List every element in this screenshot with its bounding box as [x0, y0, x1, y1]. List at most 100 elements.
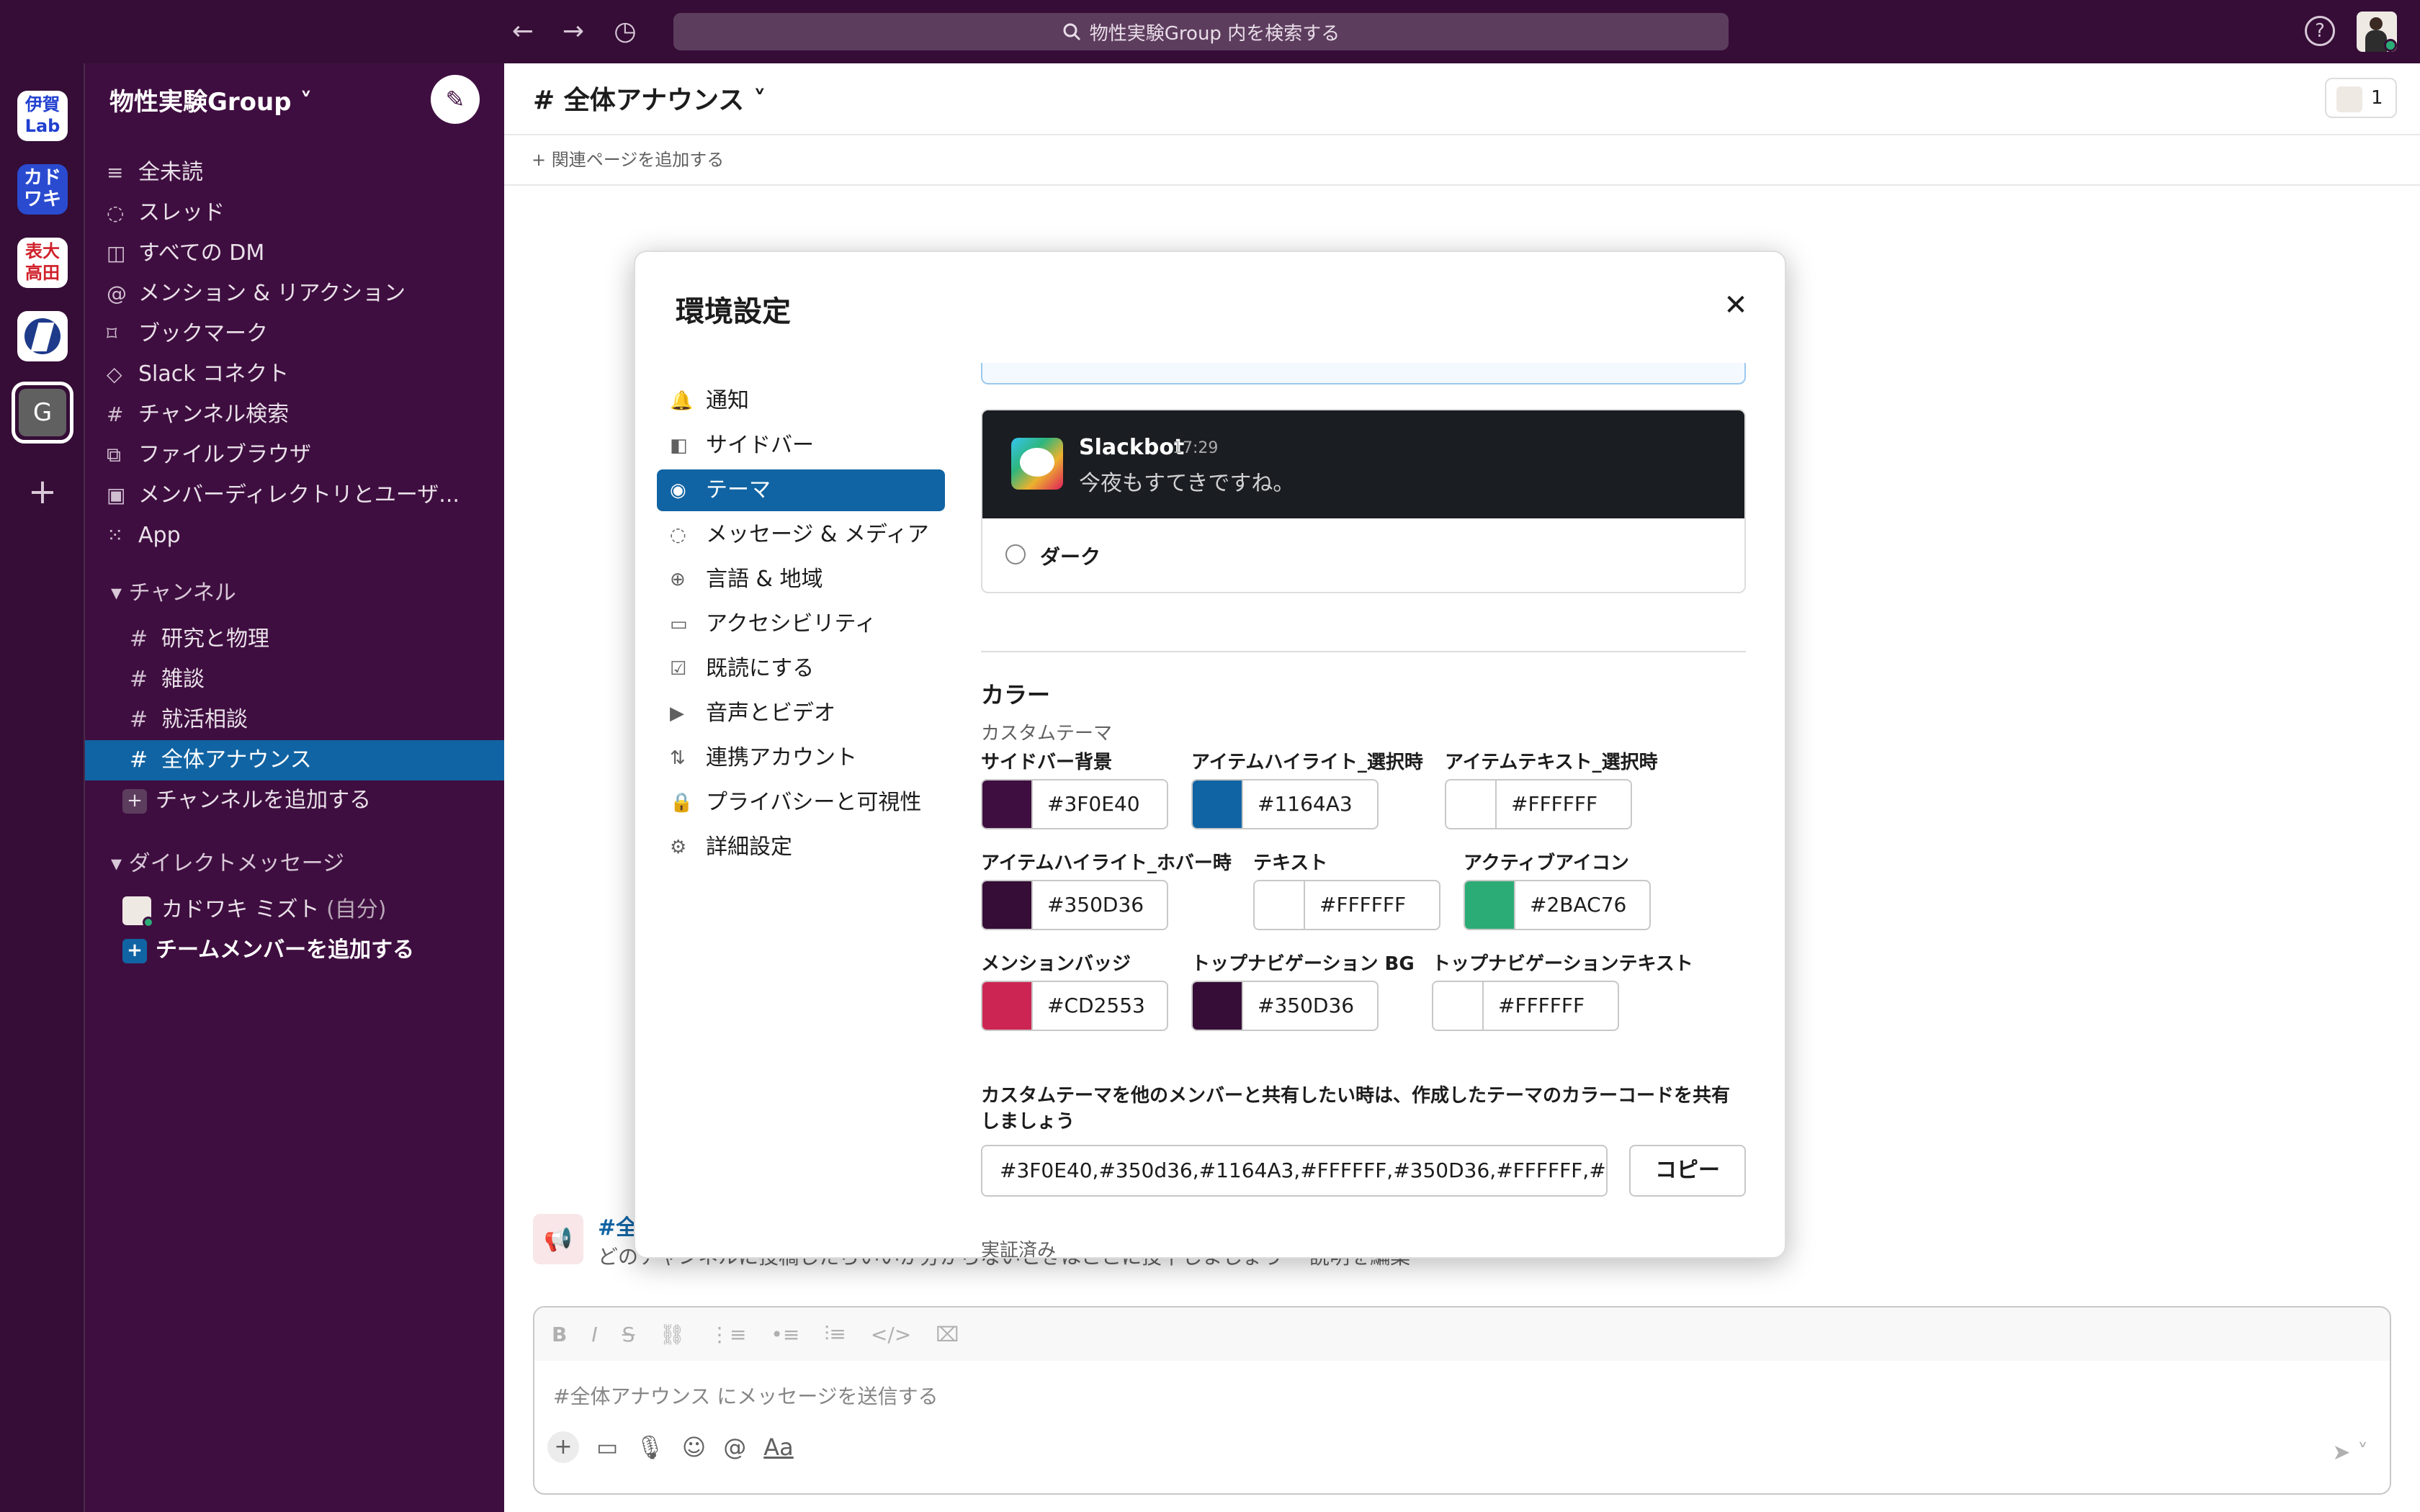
color-swatch[interactable]	[1433, 982, 1484, 1030]
close-icon[interactable]: ✕	[1716, 285, 1756, 325]
color-swatch[interactable]	[1446, 780, 1497, 828]
color-input[interactable]: #350D36	[1191, 981, 1379, 1031]
bullet-list-icon[interactable]: •≡	[771, 1323, 799, 1346]
message-composer[interactable]: B I S ⛓ ⋮≡ •≡ ⫶≡ </> ⌧ #全体アナウンス にメッセージを送…	[533, 1306, 2391, 1495]
user-avatar[interactable]	[2357, 12, 2397, 52]
workspace-osaka[interactable]: 表大高田	[17, 238, 68, 288]
add-bookmark-button[interactable]: + 関連ページを追加する	[532, 145, 724, 171]
workspace-kadowaki[interactable]: カドワキ	[17, 164, 68, 215]
channels-section-header[interactable]: ▾ チャンネル	[111, 575, 236, 612]
pref-nav-advanced[interactable]: ⚙ 詳細設定	[657, 827, 945, 868]
color-input[interactable]: #FFFFFF	[1445, 779, 1632, 829]
color-input[interactable]: #CD2553	[981, 981, 1168, 1031]
history-clock-icon[interactable]: ◷	[606, 13, 644, 50]
pref-nav-mark-as-read[interactable]: ☑ 既読にする	[657, 648, 945, 690]
color-hex[interactable]: #2BAC76	[1515, 881, 1649, 929]
sidebar-channel-job-hunting[interactable]: # 就活相談	[85, 700, 504, 740]
sidebar-item-threads[interactable]: ◌ スレッド	[107, 194, 225, 232]
search-bar[interactable]: 物性実験Group 内を検索する	[673, 13, 1729, 50]
link-icon[interactable]: ⛓	[659, 1323, 685, 1346]
copy-button[interactable]: コピー	[1629, 1145, 1746, 1197]
sidebar-item-bookmarks[interactable]: ⌑ ブックマーク	[107, 315, 268, 353]
color-swatch[interactable]	[982, 780, 1033, 828]
add-member-button[interactable]: + チームメンバーを追加する	[85, 930, 504, 971]
sidebar-item-app[interactable]: ⁙ App	[107, 517, 181, 554]
sidebar-item-mentions[interactable]: @ メンション & リアクション	[107, 275, 405, 312]
message-input[interactable]: #全体アナウンス にメッセージを送信する	[553, 1381, 938, 1410]
back-arrow-icon[interactable]: ←	[504, 13, 542, 50]
pref-nav-language-region[interactable]: ⊕ 言語 & 地域	[657, 559, 945, 600]
color-input[interactable]: #FFFFFF	[1432, 981, 1619, 1031]
sidebar-item-file-browser[interactable]: ⧉ ファイルブラウザ	[107, 436, 311, 474]
color-hex[interactable]: #FFFFFF	[1484, 982, 1618, 1030]
pref-nav-connected-accounts[interactable]: ⇅ 連携アカウント	[657, 737, 945, 779]
sidebar-channel-random[interactable]: # 雑談	[85, 660, 504, 700]
microphone-icon[interactable]: 🎙	[635, 1434, 665, 1461]
workspace-logo-blue[interactable]	[17, 311, 68, 361]
color-swatch[interactable]	[1255, 881, 1305, 929]
color-hex[interactable]: #350D36	[1033, 881, 1167, 929]
plus-icon[interactable]: +	[547, 1431, 579, 1463]
workspace-name[interactable]: 物性実験Group ˅	[109, 82, 312, 117]
theme-code-input[interactable]: #3F0E40,#350d36,#1164A3,#FFFFFF,#350D36,…	[981, 1145, 1608, 1197]
add-workspace-icon[interactable]: +	[17, 467, 68, 517]
ordered-list-icon[interactable]: ⋮≡	[709, 1323, 746, 1346]
mention-icon[interactable]: @	[723, 1434, 746, 1461]
color-input[interactable]: #2BAC76	[1464, 880, 1651, 930]
dm-section-header[interactable]: ▾ ダイレクトメッセージ	[111, 845, 344, 883]
theme-preview-selected[interactable]	[981, 363, 1746, 384]
pref-nav-sidebar[interactable]: ◧ サイドバー	[657, 425, 945, 467]
workspace-current[interactable]: G	[12, 382, 73, 444]
pref-nav-audio-video[interactable]: ▶ 音声とビデオ	[657, 693, 945, 734]
pref-nav-notifications[interactable]: 🔔 通知	[657, 380, 945, 422]
emoji-icon[interactable]: ☺	[682, 1434, 706, 1461]
color-input[interactable]: #1164A3	[1191, 779, 1379, 829]
bold-icon[interactable]: B	[552, 1323, 567, 1346]
send-icon[interactable]: ➤ ˅	[2332, 1440, 2368, 1465]
pref-nav-messages-media[interactable]: ◌ メッセージ & メディア	[657, 514, 945, 556]
pref-nav-privacy[interactable]: 🔒 プライバシーと可視性	[657, 782, 945, 824]
code-block-icon[interactable]: ⌧	[936, 1323, 959, 1346]
sidebar-item-unreads[interactable]: ≡ 全未読	[107, 154, 203, 192]
video-icon[interactable]: ▭	[596, 1434, 618, 1461]
help-icon[interactable]: ?	[2305, 16, 2335, 46]
add-channel-button[interactable]: + チャンネルを追加する	[85, 780, 504, 821]
color-swatch[interactable]	[1465, 881, 1515, 929]
text-format-icon[interactable]: Aa	[763, 1434, 794, 1461]
nav-label: 既読にする	[706, 656, 815, 681]
channel-intro-title[interactable]: #全	[598, 1210, 637, 1241]
blockquote-icon[interactable]: ⫶≡	[824, 1322, 846, 1346]
pref-nav-theme[interactable]: ◉ テーマ	[657, 469, 945, 511]
color-swatch[interactable]	[982, 982, 1033, 1030]
color-hex[interactable]: #FFFFFF	[1305, 881, 1439, 929]
color-swatch[interactable]	[1193, 780, 1243, 828]
color-input[interactable]: #3F0E40	[981, 779, 1168, 829]
italic-icon[interactable]: I	[591, 1323, 597, 1346]
sidebar-item-all-dms[interactable]: ◫ すべての DM	[107, 235, 264, 272]
color-input[interactable]: #350D36	[981, 880, 1168, 930]
code-icon[interactable]: </>	[871, 1323, 911, 1346]
sidebar-item-slack-connect[interactable]: ◇ Slack コネクト	[107, 356, 289, 393]
member-count-button[interactable]: 1	[2325, 78, 2397, 118]
strikethrough-icon[interactable]: S	[622, 1323, 635, 1346]
color-hex[interactable]: #CD2553	[1033, 982, 1167, 1030]
color-hex[interactable]: #1164A3	[1243, 780, 1377, 828]
forward-arrow-icon[interactable]: →	[555, 13, 592, 50]
pref-nav-accessibility[interactable]: ▭ アクセシビリティ	[657, 603, 945, 645]
sidebar-channel-research[interactable]: # 研究と物理	[85, 619, 504, 660]
color-hex[interactable]: #350D36	[1243, 982, 1377, 1030]
workspace-iga-lab[interactable]: 伊賀Lab	[17, 91, 68, 141]
compose-icon[interactable]: ✎	[431, 75, 480, 124]
dark-theme-radio[interactable]	[1005, 544, 1026, 564]
sidebar-channel-announcements[interactable]: # 全体アナウンス	[85, 740, 504, 780]
color-swatch[interactable]	[982, 881, 1033, 929]
color-swatch[interactable]	[1193, 982, 1243, 1030]
sidebar-item-member-directory[interactable]: ▣ メンバーディレクトリとユーザ...	[107, 477, 460, 514]
color-input[interactable]: #FFFFFF	[1253, 880, 1440, 930]
color-hex[interactable]: #FFFFFF	[1497, 780, 1631, 828]
color-hex[interactable]: #3F0E40	[1033, 780, 1167, 828]
sidebar-item-channel-search[interactable]: # チャンネル検索	[107, 396, 289, 433]
theme-preview-dark[interactable]: Slackbot 17:29 今夜もすてきですね。 ダーク	[981, 409, 1746, 593]
channel-title[interactable]: # 全体アナウンス ˅	[533, 79, 766, 117]
dm-item-self[interactable]: カドワキ ミズト (自分)	[85, 890, 504, 930]
